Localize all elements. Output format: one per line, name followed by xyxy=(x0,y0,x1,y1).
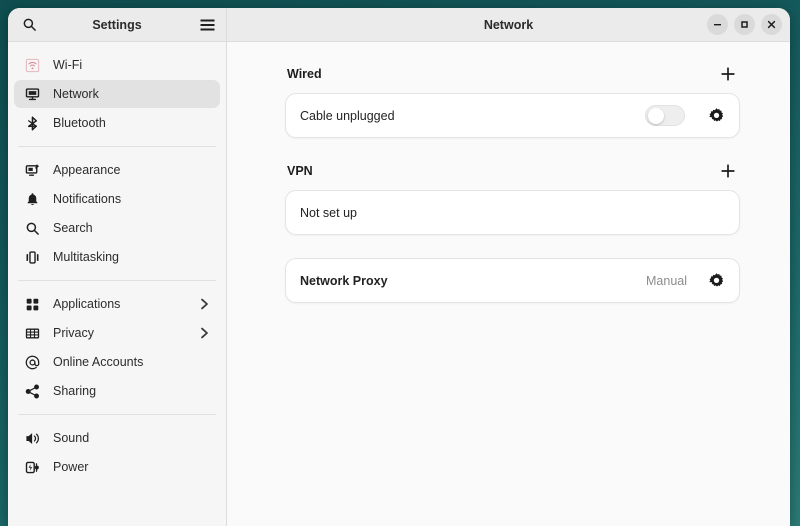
sidebar-item-online-accounts[interactable]: Online Accounts xyxy=(14,348,220,376)
wired-status-label: Cable unplugged xyxy=(300,109,635,123)
network-proxy-card: Network Proxy Manual xyxy=(285,258,740,303)
bluetooth-icon xyxy=(24,115,41,132)
sidebar-item-appearance[interactable]: Appearance xyxy=(14,156,220,184)
sidebar-item-label: Applications xyxy=(53,297,186,311)
vpn-section-header: VPN xyxy=(285,161,740,181)
wired-connection-card: Cable unplugged xyxy=(285,93,740,138)
sidebar-item-label: Bluetooth xyxy=(53,116,210,130)
network-proxy-value: Manual xyxy=(646,274,687,288)
search-icon[interactable] xyxy=(18,14,40,36)
sidebar-item-label: Sound xyxy=(53,431,210,445)
sidebar-group-1: Wi-Fi Network xyxy=(8,48,226,140)
network-settings-panel: Wired Cable unplugged xyxy=(227,42,790,526)
sidebar-item-privacy[interactable]: Privacy xyxy=(14,319,220,347)
network-proxy-row[interactable]: Network Proxy Manual xyxy=(286,259,739,302)
sidebar-item-notifications[interactable]: Notifications xyxy=(14,185,220,213)
network-proxy-gear-icon[interactable] xyxy=(707,272,725,290)
chevron-right-icon xyxy=(198,327,210,339)
wifi-icon xyxy=(24,57,41,74)
vpn-status-label: Not set up xyxy=(300,206,725,220)
sidebar-title: Settings xyxy=(8,18,226,32)
add-wired-connection-button[interactable] xyxy=(718,64,738,84)
sidebar-item-label: Search xyxy=(53,221,210,235)
privacy-grid-icon xyxy=(24,325,41,342)
section-title: Wired xyxy=(287,67,322,81)
network-proxy-section: Network Proxy Manual xyxy=(285,258,740,303)
sidebar-item-label: Privacy xyxy=(53,326,186,340)
network-icon xyxy=(24,86,41,103)
sidebar-group-4: Sound Power xyxy=(8,421,226,484)
sidebar-item-power[interactable]: Power xyxy=(14,453,220,481)
sidebar-item-label: Power xyxy=(53,460,210,474)
wired-section: Wired Cable unplugged xyxy=(285,64,740,138)
battery-icon xyxy=(24,459,41,476)
share-icon xyxy=(24,383,41,400)
sidebar-item-label: Appearance xyxy=(53,163,210,177)
wired-toggle[interactable] xyxy=(645,105,685,126)
wired-connection-row[interactable]: Cable unplugged xyxy=(286,94,739,137)
wired-section-header: Wired xyxy=(285,64,740,84)
sidebar-item-label: Notifications xyxy=(53,192,210,206)
sidebar-group-3: Applications xyxy=(8,287,226,408)
settings-window: Settings Network xyxy=(8,8,790,526)
sidebar-item-network[interactable]: Network xyxy=(14,80,220,108)
vpn-section: VPN Not set up xyxy=(285,161,740,235)
chevron-right-icon xyxy=(198,298,210,310)
sidebar-item-applications[interactable]: Applications xyxy=(14,290,220,318)
sidebar-divider xyxy=(18,280,216,281)
sidebar-item-label: Sharing xyxy=(53,384,210,398)
network-proxy-label: Network Proxy xyxy=(300,274,636,288)
multitasking-icon xyxy=(24,249,41,266)
content-header: Network xyxy=(227,8,790,41)
sidebar-item-wi-fi[interactable]: Wi-Fi xyxy=(14,51,220,79)
vpn-card: Not set up xyxy=(285,190,740,235)
sidebar-header: Settings xyxy=(8,8,227,41)
sidebar-item-sound[interactable]: Sound xyxy=(14,424,220,452)
sidebar-group-2: Appearance Notifications xyxy=(8,153,226,274)
bell-icon xyxy=(24,191,41,208)
minimize-button[interactable] xyxy=(707,14,728,35)
add-vpn-button[interactable] xyxy=(718,161,738,181)
vpn-status-row[interactable]: Not set up xyxy=(286,191,739,234)
applications-grid-icon xyxy=(24,296,41,313)
sidebar-item-multitasking[interactable]: Multitasking xyxy=(14,243,220,271)
sidebar-divider xyxy=(18,146,216,147)
sidebar-divider xyxy=(18,414,216,415)
toggle-knob xyxy=(648,108,664,124)
wired-settings-gear-icon[interactable] xyxy=(707,107,725,125)
section-title: VPN xyxy=(287,164,313,178)
sidebar-item-sharing[interactable]: Sharing xyxy=(14,377,220,405)
speaker-icon xyxy=(24,430,41,447)
header-bar: Settings Network xyxy=(8,8,790,42)
sidebar-item-label: Network xyxy=(53,87,210,101)
sidebar-item-label: Online Accounts xyxy=(53,355,210,369)
maximize-button[interactable] xyxy=(734,14,755,35)
page-title: Network xyxy=(227,18,790,32)
sidebar-item-label: Multitasking xyxy=(53,250,210,264)
hamburger-menu-icon[interactable] xyxy=(196,14,218,36)
close-button[interactable] xyxy=(761,14,782,35)
search-icon xyxy=(24,220,41,237)
sidebar: Wi-Fi Network xyxy=(8,42,227,526)
appearance-icon xyxy=(24,162,41,179)
window-controls xyxy=(707,14,782,35)
sidebar-item-search[interactable]: Search xyxy=(14,214,220,242)
at-sign-icon xyxy=(24,354,41,371)
sidebar-item-bluetooth[interactable]: Bluetooth xyxy=(14,109,220,137)
sidebar-item-label: Wi-Fi xyxy=(53,58,210,72)
window-body: Wi-Fi Network xyxy=(8,42,790,526)
